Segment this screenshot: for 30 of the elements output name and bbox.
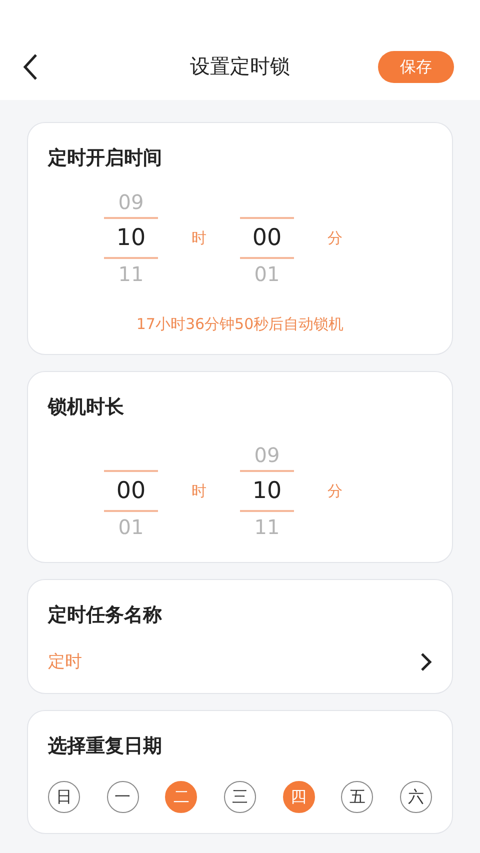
picker-option[interactable]: 01 <box>118 512 144 542</box>
day-toggle[interactable]: 四 <box>282 781 315 813</box>
picker-option[interactable]: 11 <box>254 512 280 542</box>
unit-label: 分 <box>326 228 344 248</box>
picker-value[interactable]: 00 <box>240 217 294 259</box>
section-title: 定时开启时间 <box>48 146 163 171</box>
picker-value[interactable]: 10 <box>240 470 294 512</box>
section-title: 定时任务名称 <box>48 603 163 628</box>
day-toggle[interactable]: 五 <box>341 781 374 813</box>
page-title: 设置定时锁 <box>190 53 290 80</box>
picker-option[interactable]: 01 <box>254 259 280 289</box>
countdown-note: 17小时36分钟50秒后自动锁机 <box>135 315 345 334</box>
unit-label: 时 <box>190 482 208 500</box>
picker-option[interactable]: 11 <box>118 259 144 289</box>
picker-option[interactable]: 09 <box>254 440 280 470</box>
day-toggle[interactable]: 二 <box>165 781 198 813</box>
section-title: 锁机时长 <box>48 395 125 420</box>
day-toggle[interactable]: 一 <box>106 781 139 813</box>
chevron-right-icon[interactable] <box>420 652 432 672</box>
unit-label: 时 <box>190 228 208 248</box>
unit-label: 分 <box>326 482 344 500</box>
day-toggle[interactable]: 六 <box>400 781 432 813</box>
picker-option[interactable]: 09 <box>118 187 144 217</box>
day-toggle[interactable]: 三 <box>224 781 256 813</box>
picker-value[interactable]: 00 <box>104 470 158 512</box>
task-name-value[interactable]: 定时 <box>48 650 82 673</box>
picker-value[interactable]: 10 <box>104 217 158 259</box>
section-title: 选择重复日期 <box>48 734 163 759</box>
day-toggle[interactable]: 日 <box>48 781 80 813</box>
save-button[interactable]: 保存 <box>378 51 454 83</box>
